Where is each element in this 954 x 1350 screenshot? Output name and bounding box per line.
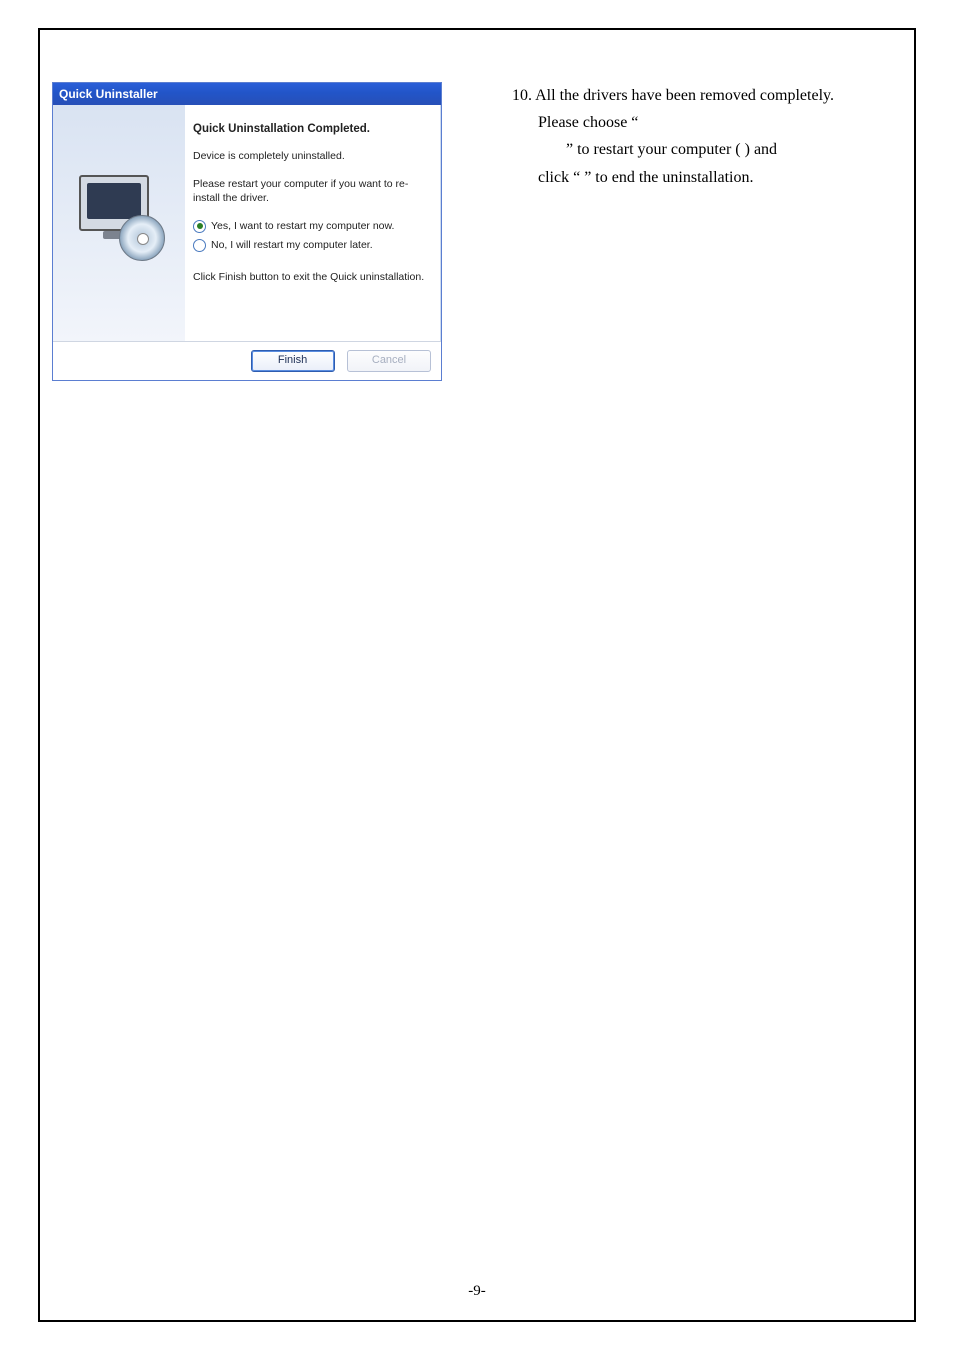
dialog-heading: Quick Uninstallation Completed. — [193, 123, 429, 135]
page-number: -9- — [0, 1283, 954, 1300]
radio-label: No, I will restart my computer later. — [211, 239, 373, 251]
disc-icon — [119, 215, 165, 261]
instruction-text: 10. All the drivers have been removed co… — [512, 82, 932, 191]
radio-restart-now[interactable]: Yes, I want to restart my computer now. — [193, 220, 429, 233]
radio-icon — [193, 220, 206, 233]
dialog-title: Quick Uninstaller — [59, 87, 158, 101]
dialog-titlebar[interactable]: Quick Uninstaller — [53, 83, 441, 105]
dialog-text-2: Please restart your computer if you want… — [193, 177, 429, 205]
cancel-button: Cancel — [347, 350, 431, 372]
instruction-line: ) and — [745, 141, 777, 158]
radio-restart-later[interactable]: No, I will restart my computer later. — [193, 239, 429, 252]
quick-uninstaller-dialog: Quick Uninstaller Quick Uninstallation C… — [52, 82, 442, 381]
step-number: 10. — [512, 87, 532, 104]
instruction-line: ” to restart your computer ( — [566, 141, 741, 158]
instruction-line: Please choose “ — [538, 114, 638, 131]
radio-label: Yes, I want to restart my computer now. — [211, 220, 394, 232]
dialog-sidebar-image — [53, 105, 185, 341]
finish-button[interactable]: Finish — [251, 350, 335, 372]
dialog-button-bar: Finish Cancel — [53, 341, 441, 380]
instruction-line: ” to end the uninstallation. — [584, 169, 753, 186]
instruction-line: All the drivers have been removed comple… — [535, 87, 834, 104]
dialog-text-3: Click Finish button to exit the Quick un… — [193, 270, 429, 284]
dialog-text-1: Device is completely uninstalled. — [193, 149, 429, 163]
radio-icon — [193, 239, 206, 252]
instruction-line: click “ — [538, 169, 580, 186]
